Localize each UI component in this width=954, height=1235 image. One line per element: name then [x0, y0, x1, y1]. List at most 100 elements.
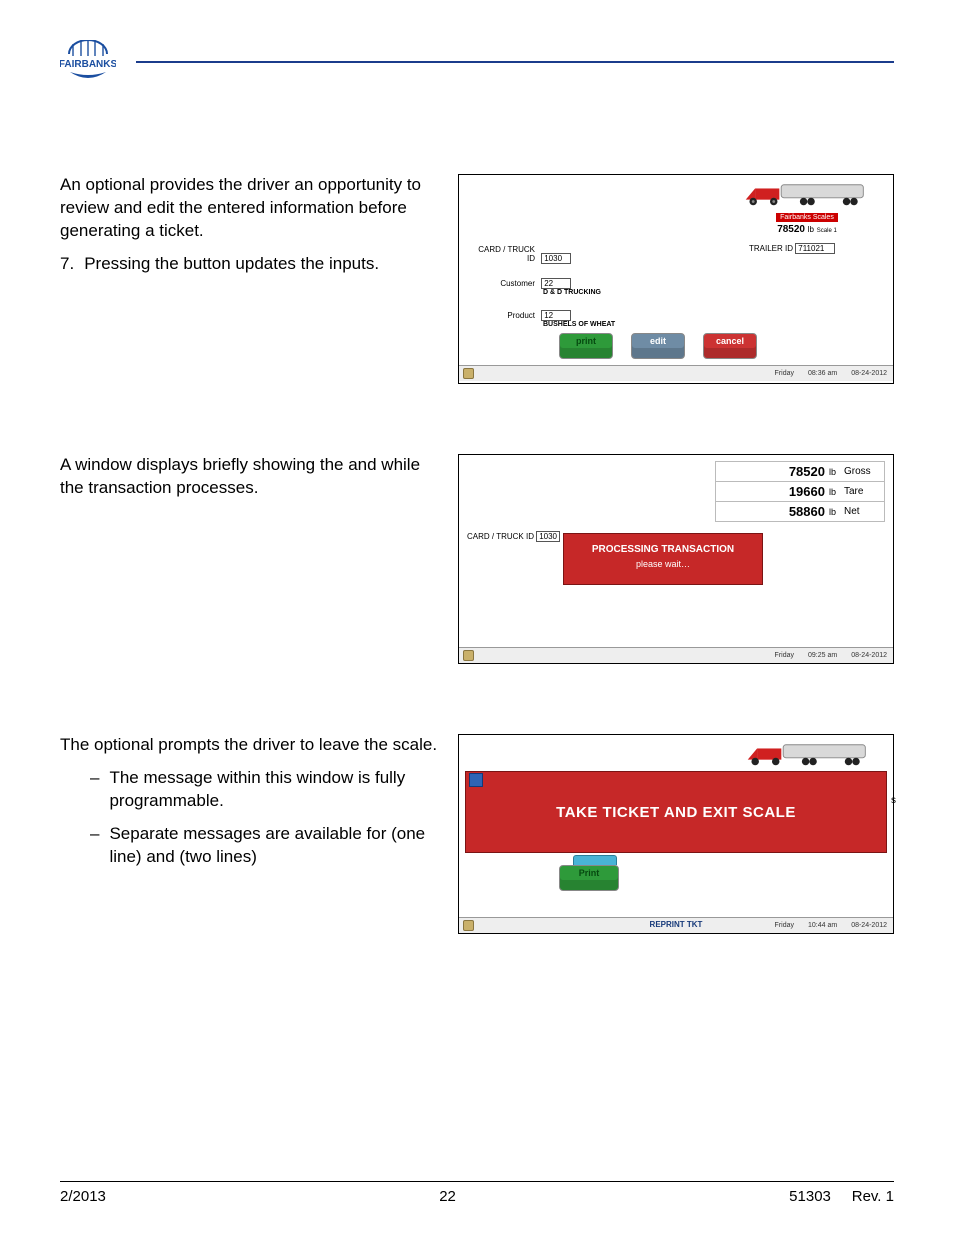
- truck-icon: [742, 181, 873, 209]
- status-date: 08-24-2012: [851, 922, 887, 929]
- text-column: The optional prompts the driver to leave…: [60, 734, 440, 879]
- banner-s: s: [891, 795, 896, 806]
- weight-type: Net: [840, 506, 878, 517]
- weight-value: 78520: [789, 464, 825, 479]
- field-label: Product: [469, 311, 539, 320]
- weight-value: 19660: [789, 484, 825, 499]
- header-divider: [136, 61, 894, 63]
- field-sub: BUSHELS OF WHEAT: [543, 321, 615, 328]
- truck-icon: [744, 741, 875, 769]
- status-day: Friday: [775, 652, 794, 659]
- bullet-list: – The message within this window is full…: [90, 767, 440, 869]
- exit-banner: TAKE TICKET AND EXIT SCALE: [465, 771, 887, 853]
- text: (two lines): [179, 847, 256, 866]
- footer-docrev: 51303 Rev. 1: [789, 1188, 894, 1205]
- weight-unit: lb: [829, 467, 836, 477]
- fairbanks-logo: FAIRBANKS: [60, 40, 116, 84]
- screenshot-processing: 78520 lb Gross 19660 lb Tare 58860 lb Ne…: [458, 454, 894, 664]
- status-bar: Friday 09:25 am 08-24-2012: [459, 647, 893, 663]
- edit-button[interactable]: edit: [631, 333, 685, 359]
- status-time: 09:25 am: [808, 652, 837, 659]
- footer-page: 22: [439, 1188, 456, 1205]
- weight-type: Tare: [840, 486, 878, 497]
- section-verify-window: An optional provides the driver an oppor…: [60, 174, 894, 384]
- text-column: A window displays briefly showing the an…: [60, 454, 440, 510]
- card-truck-line: CARD / TRUCK ID 1030: [467, 531, 560, 542]
- print-button[interactable]: print: [559, 333, 613, 359]
- field-label: CARD / TRUCK ID: [467, 532, 534, 541]
- weight-unit: lb: [829, 507, 836, 517]
- screenshot-verify-window: Fairbanks Scales 78520 lb Scale 1 TRAILE…: [458, 174, 894, 384]
- processing-popup: PROCESSING TRANSACTION please wait…: [563, 533, 763, 585]
- field-label: Customer: [469, 279, 539, 288]
- step-body: Pressing the button updates the inputs.: [84, 253, 440, 276]
- status-icon: [463, 920, 474, 931]
- footer-doc: 51303: [789, 1188, 831, 1205]
- print-button[interactable]: Print: [559, 865, 619, 891]
- trailer-label: TRAILER ID: [749, 244, 793, 253]
- text: An optional: [60, 175, 150, 194]
- bullet-item: – The message within this window is full…: [90, 767, 440, 813]
- trailer-id-field: TRAILER ID 711021: [737, 243, 877, 254]
- field-value[interactable]: 1030: [541, 253, 571, 264]
- weight-unit: lb: [829, 487, 836, 497]
- status-date: 08-24-2012: [851, 370, 887, 377]
- status-date: 08-24-2012: [851, 652, 887, 659]
- processing-sub: please wait…: [564, 559, 762, 569]
- input-fields: CARD / TRUCK ID 1030 Customer 22 D & D T…: [469, 245, 615, 342]
- weight-summary: 78520 lb Gross 19660 lb Tare 58860 lb Ne…: [715, 461, 885, 522]
- weight-unit: lb: [808, 225, 814, 234]
- text: prompts the driver to leave the scale.: [158, 735, 437, 754]
- svg-text:FAIRBANKS: FAIRBANKS: [60, 59, 116, 70]
- text: Separate messages are available for: [109, 824, 391, 843]
- step-number: 7.: [60, 253, 74, 276]
- weight-row-tare: 19660 lb Tare: [715, 481, 885, 501]
- bullet-text: The message within this window is fully …: [109, 767, 440, 813]
- text: and: [348, 455, 381, 474]
- dash-icon: –: [90, 767, 99, 813]
- blue-tab: [573, 855, 617, 865]
- weight-row-gross: 78520 lb Gross: [715, 461, 885, 481]
- field-customer: Customer 22 D & D TRUCKING: [469, 278, 615, 296]
- reprint-ticket-button[interactable]: REPRINT TKT: [650, 920, 703, 929]
- screenshot-exit: TAKE TICKET AND EXIT SCALE s Print Frida…: [458, 734, 894, 934]
- footer-rev: Rev. 1: [852, 1188, 894, 1205]
- status-day: Friday: [775, 370, 794, 377]
- text: button updates the inputs.: [183, 254, 379, 273]
- field-product: Product 12 BUSHELS OF WHEAT: [469, 310, 615, 328]
- text-column: An optional provides the driver an oppor…: [60, 174, 440, 276]
- para-verify: An optional provides the driver an oppor…: [60, 174, 440, 243]
- status-icon: [463, 368, 474, 379]
- status-time: 08:36 am: [808, 370, 837, 377]
- dash-icon: –: [90, 823, 99, 869]
- field-card-truck: CARD / TRUCK ID 1030: [469, 245, 615, 264]
- status-icon: [463, 650, 474, 661]
- field-value[interactable]: 12: [541, 310, 571, 321]
- footer-date: 2/2013: [60, 1188, 106, 1205]
- weight-display: 78520 lb Scale 1: [737, 224, 877, 235]
- field-value: 1030: [536, 531, 560, 542]
- scale-note: Scale 1: [817, 228, 837, 234]
- section-exit: The optional prompts the driver to leave…: [60, 734, 894, 934]
- para-processing: A window displays briefly showing the an…: [60, 454, 440, 500]
- text: Pressing the: [84, 254, 183, 273]
- page-footer: 2/2013 22 51303 Rev. 1: [60, 1181, 894, 1205]
- trailer-value[interactable]: 711021: [795, 243, 835, 254]
- bullet-text: Separate messages are available for (one…: [109, 823, 440, 869]
- field-value[interactable]: 22: [541, 278, 571, 289]
- text: A window displays briefly showing the: [60, 455, 348, 474]
- processing-title: PROCESSING TRANSACTION: [564, 544, 762, 555]
- text: The optional: [60, 735, 158, 754]
- weight-type: Gross: [840, 466, 878, 477]
- status-time: 10:44 am: [808, 922, 837, 929]
- brand-badge: Fairbanks Scales: [776, 213, 838, 222]
- page-header: FAIRBANKS: [60, 40, 894, 84]
- cancel-button[interactable]: cancel: [703, 333, 757, 359]
- button-row: print edit cancel: [559, 333, 757, 359]
- print-button-wrapper: Print: [559, 865, 619, 891]
- banner-tag-icon: [469, 773, 483, 787]
- status-bar: Friday 08:36 am 08-24-2012: [459, 365, 893, 381]
- section-processing: A window displays briefly showing the an…: [60, 454, 894, 664]
- weight-value: 58860: [789, 504, 825, 519]
- field-sub: D & D TRUCKING: [543, 289, 615, 296]
